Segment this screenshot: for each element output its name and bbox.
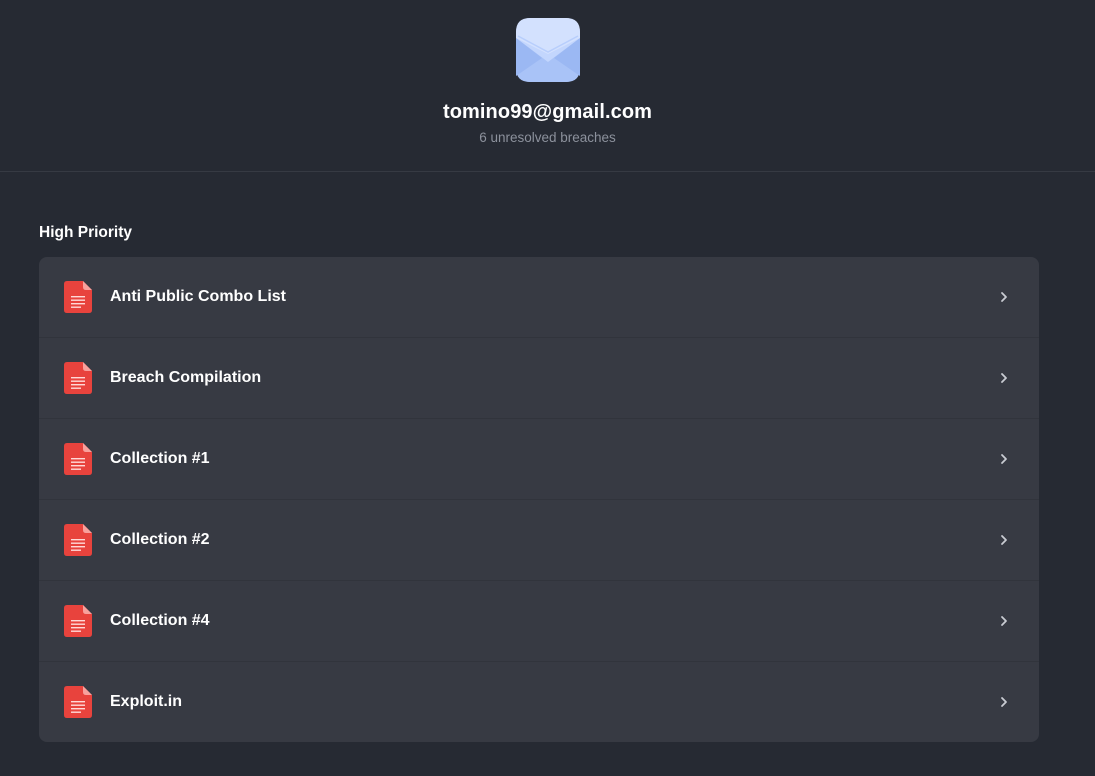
document-icon [64,443,92,475]
breach-row-anti-public-combo-list[interactable]: Anti Public Combo List [39,257,1039,338]
breach-label: Collection #1 [110,450,210,467]
account-header: tomino99@gmail.com 6 unresolved breaches [0,0,1095,172]
breach-count-text: 6 unresolved breaches [479,130,616,145]
breach-row-collection-2[interactable]: Collection #2 [39,500,1039,581]
document-icon [64,362,92,394]
breach-label: Exploit.in [110,693,182,710]
chevron-right-icon [1001,697,1007,707]
account-email: tomino99@gmail.com [442,101,653,123]
breach-row-breach-compilation[interactable]: Breach Compilation [39,338,1039,419]
envelope-icon [515,18,580,82]
chevron-right-icon [1001,535,1007,545]
breach-list: Anti Public Combo List Breach Compilatio… [39,257,1039,742]
document-icon [64,686,92,718]
document-icon [64,605,92,637]
document-icon [64,524,92,556]
breach-row-exploit-in[interactable]: Exploit.in [39,662,1039,742]
section-title-high-priority: High Priority [39,224,133,241]
breach-label: Collection #2 [110,531,210,548]
breach-detail-page: tomino99@gmail.com 6 unresolved breaches… [0,0,1095,776]
breach-label: Breach Compilation [110,369,262,386]
breach-row-collection-1[interactable]: Collection #1 [39,419,1039,500]
breach-label: Anti Public Combo List [110,288,286,305]
document-icon [64,281,92,313]
breach-label: Collection #4 [110,612,210,629]
chevron-right-icon [1001,373,1007,383]
breach-row-collection-4[interactable]: Collection #4 [39,581,1039,662]
chevron-right-icon [1001,616,1007,626]
chevron-right-icon [1001,454,1007,464]
chevron-right-icon [1001,292,1007,302]
